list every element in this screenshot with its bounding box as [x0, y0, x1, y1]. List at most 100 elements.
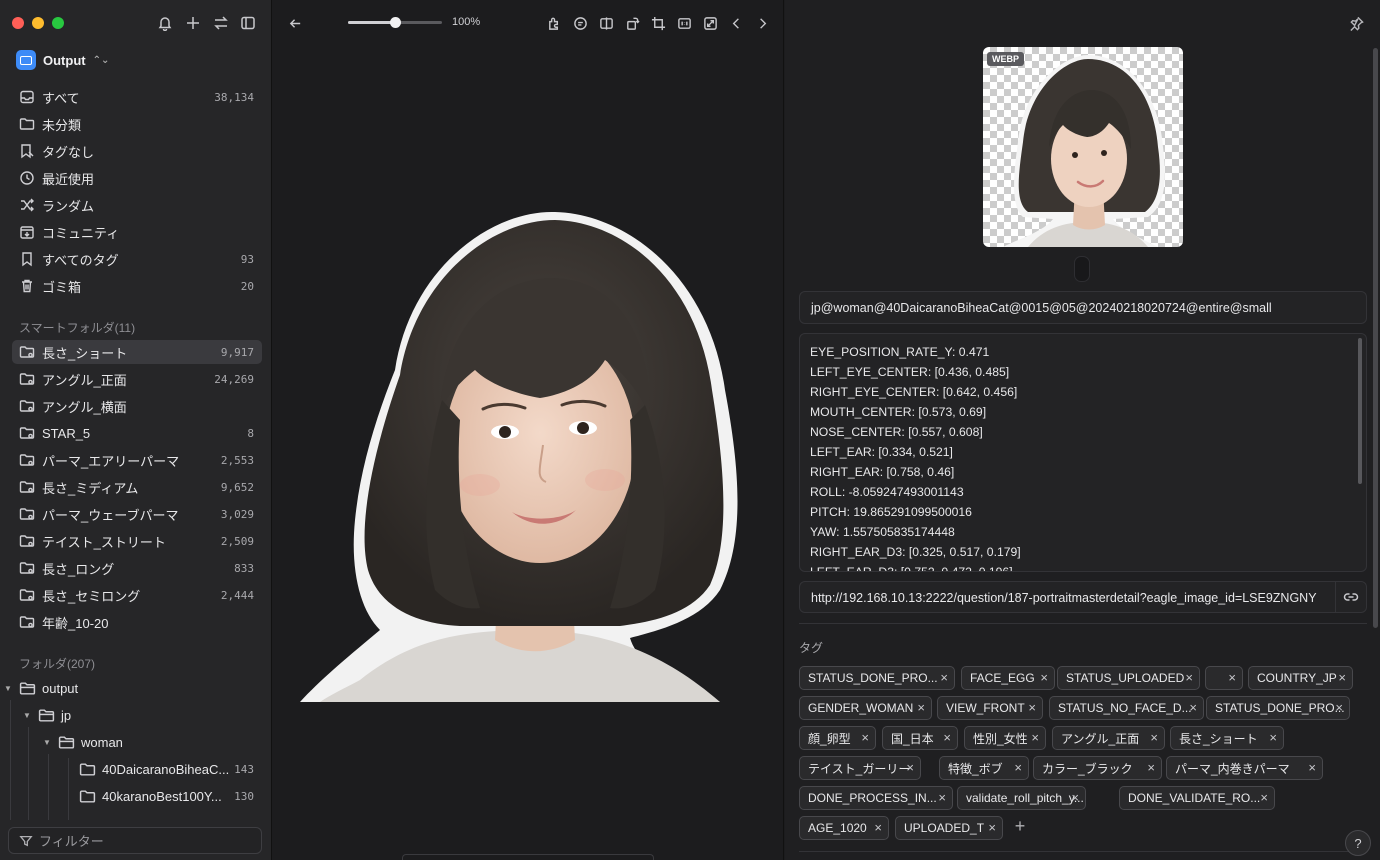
remove-tag-icon[interactable]: ×: [1338, 671, 1346, 685]
remove-tag-icon[interactable]: ×: [1028, 701, 1036, 715]
color-palette-swatch[interactable]: [1074, 256, 1090, 282]
disclosure-open-icon[interactable]: ▼: [23, 711, 33, 720]
remove-tag-icon[interactable]: ×: [1014, 761, 1022, 775]
smart-folder-item[interactable]: 長さ_ロング 833: [12, 556, 262, 580]
smart-folder-item[interactable]: テイスト_ストリート 2,509: [12, 529, 262, 553]
remove-tag-icon[interactable]: ×: [1150, 731, 1158, 745]
remove-tag-icon[interactable]: ×: [1147, 761, 1155, 775]
remove-tag-icon[interactable]: ×: [1189, 701, 1197, 715]
tag-chip[interactable]: FACE_EGG ×: [961, 666, 1055, 690]
tag-chip[interactable]: STATUS_DONE_PRO... ×: [1206, 696, 1350, 720]
tag-chip[interactable]: 特徴_ボブ ×: [939, 756, 1029, 780]
remove-tag-icon[interactable]: ×: [1260, 791, 1268, 805]
remove-tag-icon[interactable]: ×: [1308, 761, 1316, 775]
nav-random[interactable]: ランダム: [12, 193, 262, 217]
nav-community[interactable]: コミュニティ: [12, 220, 262, 244]
remove-tag-icon[interactable]: ×: [988, 821, 996, 835]
disclosure-open-icon[interactable]: ▼: [4, 684, 14, 693]
tag-chip[interactable]: GENDER_WOMAN ×: [799, 696, 932, 720]
sync-arrows-icon[interactable]: [211, 13, 231, 33]
remove-tag-icon[interactable]: ×: [1228, 671, 1236, 685]
rotate-icon[interactable]: [622, 13, 642, 33]
tag-chip[interactable]: テイスト_ガーリー ×: [799, 756, 921, 780]
comment-icon[interactable]: [570, 13, 590, 33]
nav-untagged[interactable]: タグなし: [12, 139, 262, 163]
actual-size-icon[interactable]: [674, 13, 694, 33]
window-minimize-button[interactable]: [32, 17, 44, 29]
tag-chip[interactable]: STATUS_DONE_PRO... ×: [799, 666, 955, 690]
bell-icon[interactable]: [155, 13, 175, 33]
folder-tree-item[interactable]: ▼ woman: [43, 730, 123, 754]
source-url-field[interactable]: http://192.168.10.13:2222/question/187-p…: [799, 581, 1367, 613]
smart-folder-item[interactable]: アングル_横面: [12, 394, 262, 418]
add-tag-button[interactable]: +: [1011, 817, 1029, 837]
remove-tag-icon[interactable]: ×: [874, 821, 882, 835]
smart-folder-item[interactable]: STAR_5 8: [12, 421, 262, 445]
remove-tag-icon[interactable]: ×: [1335, 701, 1343, 715]
smart-folder-item[interactable]: 長さ_セミロング 2,444: [12, 583, 262, 607]
smart-folder-item[interactable]: パーマ_エアリーパーマ 2,553: [12, 448, 262, 472]
back-arrow-icon[interactable]: [285, 13, 305, 33]
zoom-slider[interactable]: [348, 17, 442, 28]
tag-chip[interactable]: 顔_卵型 ×: [799, 726, 876, 750]
inspector-scrollbar[interactable]: [1373, 48, 1378, 628]
smart-folder-item[interactable]: 長さ_ミディアム 9,652: [12, 475, 262, 499]
tag-chip[interactable]: COUNTRY_JP ×: [1248, 666, 1353, 690]
sidebar-toggle-icon[interactable]: [238, 13, 258, 33]
smart-folder-item[interactable]: パーマ_ウェーブパーマ 3,029: [12, 502, 262, 526]
zoom-slider-thumb[interactable]: [390, 17, 401, 28]
nav-uncategorized[interactable]: 未分類: [12, 112, 262, 136]
smart-folder-item[interactable]: 長さ_ショート 9,917: [12, 340, 262, 364]
tag-chip[interactable]: AGE_1020 ×: [799, 816, 889, 840]
tag-chip[interactable]: DONE_PROCESS_IN... ×: [799, 786, 953, 810]
window-close-button[interactable]: [12, 17, 24, 29]
tag-chip[interactable]: 性別_女性 ×: [964, 726, 1046, 750]
smart-folders-header[interactable]: スマートフォルダ(11): [19, 319, 135, 336]
pin-icon[interactable]: [1346, 13, 1366, 33]
tag-chip[interactable]: STATUS_NO_FACE_D... ×: [1049, 696, 1204, 720]
nav-all-tags[interactable]: すべてのタグ 93: [12, 247, 262, 271]
tag-chip[interactable]: VIEW_FRONT ×: [937, 696, 1043, 720]
smart-folder-item[interactable]: アングル_正面 24,269: [12, 367, 262, 391]
compare-icon[interactable]: [596, 13, 616, 33]
next-chevron-icon[interactable]: [752, 13, 772, 33]
tag-chip[interactable]: パーマ_内巻きパーマ ×: [1166, 756, 1323, 780]
tag-chip[interactable]: カラー_ブラック ×: [1033, 756, 1162, 780]
crop-icon[interactable]: [648, 13, 668, 33]
remove-tag-icon[interactable]: ×: [1269, 731, 1277, 745]
plugin-icon[interactable]: [544, 13, 564, 33]
remove-tag-icon[interactable]: ×: [917, 701, 925, 715]
help-button[interactable]: ?: [1345, 830, 1371, 856]
fit-screen-icon[interactable]: [700, 13, 720, 33]
folder-tree-item[interactable]: 40karanoBest100Y... 130: [78, 784, 262, 808]
library-switcher[interactable]: Output ⌃⌄: [16, 49, 109, 71]
remove-tag-icon[interactable]: ×: [1185, 671, 1193, 685]
main-image[interactable]: [300, 210, 760, 702]
remove-tag-icon[interactable]: ×: [906, 761, 914, 775]
remove-tag-icon[interactable]: ×: [861, 731, 869, 745]
nav-all[interactable]: すべて 38,134: [12, 85, 262, 109]
annotation-textarea[interactable]: EYE_POSITION_RATE_Y: 0.471 LEFT_EYE_CENT…: [799, 333, 1367, 572]
nav-recent[interactable]: 最近使用: [12, 166, 262, 190]
disclosure-open-icon[interactable]: ▼: [43, 738, 53, 747]
remove-tag-icon[interactable]: ×: [938, 791, 946, 805]
smart-folder-item[interactable]: 年齢_10-20: [12, 610, 262, 634]
previous-chevron-icon[interactable]: [726, 13, 746, 33]
folders-header[interactable]: フォルダ(207): [19, 655, 95, 672]
plus-icon[interactable]: [183, 13, 203, 33]
window-zoom-button[interactable]: [52, 17, 64, 29]
folder-tree-item[interactable]: ▼ jp: [23, 703, 71, 727]
remove-tag-icon[interactable]: ×: [943, 731, 951, 745]
tag-chip[interactable]: 国_日本 ×: [882, 726, 958, 750]
remove-tag-icon[interactable]: ×: [940, 671, 948, 685]
filename-field[interactable]: jp@woman@40DaicaranoBiheaCat@0015@05@202…: [799, 291, 1367, 324]
folder-tree-item[interactable]: ▼ output: [4, 676, 78, 700]
filter-input[interactable]: フィルター: [8, 827, 262, 854]
tag-chip[interactable]: validate_roll_pitch_y... ×: [957, 786, 1086, 810]
remove-tag-icon[interactable]: ×: [1031, 731, 1039, 745]
tag-chip[interactable]: アングル_正面 ×: [1052, 726, 1165, 750]
remove-tag-icon[interactable]: ×: [1040, 671, 1048, 685]
tag-chip[interactable]: UPLOADED_T ×: [895, 816, 1003, 840]
open-link-icon[interactable]: [1335, 582, 1366, 612]
nav-trash[interactable]: ゴミ箱 20: [12, 274, 262, 298]
